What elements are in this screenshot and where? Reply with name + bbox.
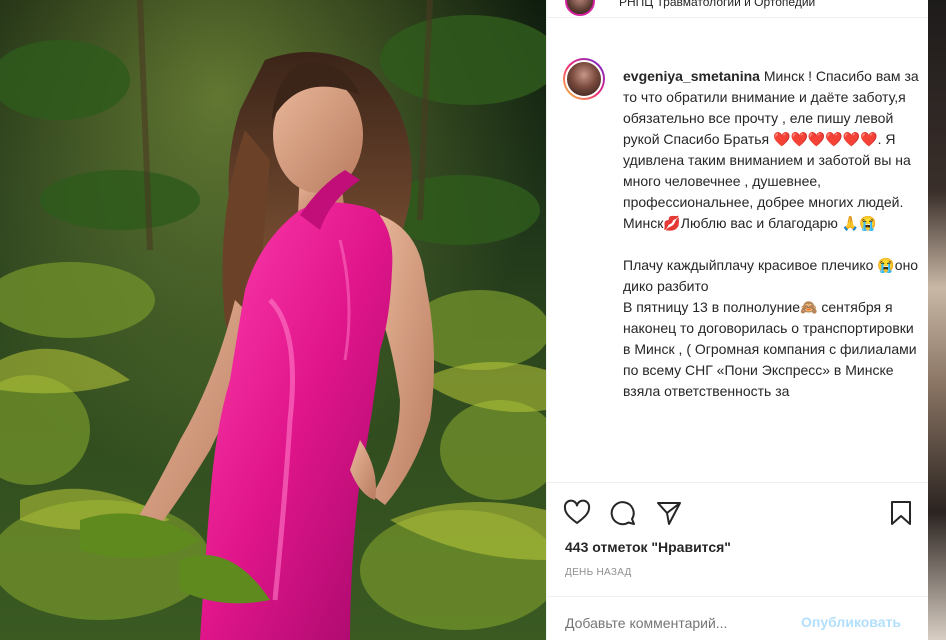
caption-body: Минск ! Спасибо вам за то что обратили в… (623, 68, 919, 399)
post-photo[interactable] (0, 0, 546, 640)
author-avatar[interactable] (565, 0, 595, 16)
photo-illustration (0, 0, 546, 640)
location-link[interactable]: РНПЦ Травматологии и Ортопедии (619, 0, 815, 9)
post-header: РНПЦ Травматологии и Ортопедии (547, 0, 929, 18)
action-bar (547, 482, 929, 526)
heart-outline-icon[interactable] (563, 499, 591, 527)
caption-area[interactable]: evgeniya_smetanina Минск ! Спасибо вам з… (547, 48, 929, 481)
publish-button[interactable]: Опубликовать (801, 614, 901, 630)
post-side-panel: РНПЦ Травматологии и Ортопедии evgeniya_… (546, 0, 929, 640)
post-timestamp[interactable]: ДЕНЬ НАЗАД (565, 567, 632, 578)
comment-input[interactable] (565, 615, 805, 631)
comment-icon[interactable] (609, 499, 637, 527)
caption-username[interactable]: evgeniya_smetanina (623, 68, 760, 84)
next-post-peek[interactable] (928, 0, 946, 640)
paper-plane-icon[interactable] (655, 499, 683, 527)
bookmark-icon[interactable] (887, 499, 915, 527)
caption-avatar[interactable] (563, 58, 605, 100)
comment-form: Опубликовать (547, 596, 929, 640)
likes-count[interactable]: 443 отметок "Нравится" (565, 539, 731, 555)
caption: evgeniya_smetanina Минск ! Спасибо вам з… (623, 66, 919, 402)
